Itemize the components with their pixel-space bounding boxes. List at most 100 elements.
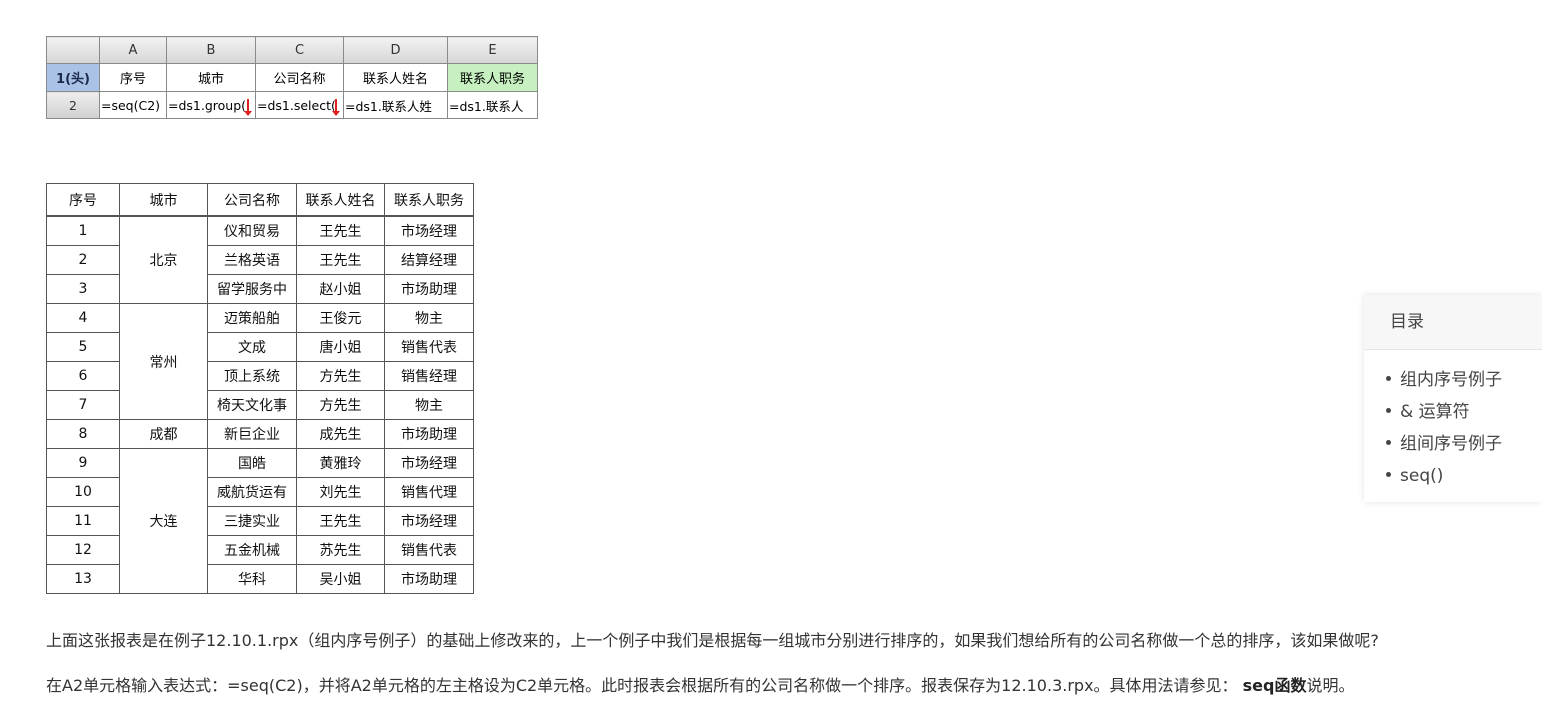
designer-row-header-1[interactable]: 1(头): [46, 63, 100, 92]
result-cell-seq: 13: [46, 564, 120, 594]
designer-cell-d1[interactable]: 联系人姓名: [343, 63, 448, 92]
designer-cell-e2[interactable]: =ds1.联系人: [447, 91, 538, 119]
designer-cell-c2-text: =ds1.select(: [257, 97, 336, 113]
bullet-icon: [1386, 471, 1391, 477]
table-row: 8 成都 新巨企业 成先生 市场助理: [46, 419, 474, 449]
toc-item-intergroup-seq-example[interactable]: 组间序号例子: [1386, 428, 1542, 460]
result-cell-contact-title: 销售代表: [384, 332, 474, 362]
result-cell-contact-name: 黄雅玲: [296, 448, 385, 478]
expand-down-arrow-icon: [332, 99, 340, 116]
result-cell-company: 国皓: [207, 448, 297, 478]
result-cell-contact-name: 方先生: [296, 361, 385, 391]
result-cell-seq: 6: [46, 361, 120, 391]
designer-column-header-e[interactable]: E: [447, 36, 538, 64]
result-cell-contact-title: 销售代表: [384, 535, 474, 565]
result-cell-seq: 5: [46, 332, 120, 362]
result-cell-seq: 3: [46, 274, 120, 304]
designer-corner-cell[interactable]: [46, 36, 100, 64]
designer-column-header-b[interactable]: B: [166, 36, 256, 64]
result-cell-contact-name: 唐小姐: [296, 332, 385, 362]
result-cell-seq: 10: [46, 477, 120, 507]
table-row: 13 华科 吴小姐 市场助理: [46, 564, 474, 594]
description-paragraph-2-tail: 说明。: [1306, 676, 1355, 695]
result-cell-company: 椅天文化事: [207, 390, 297, 420]
toc-item-label: & 运算符: [1400, 402, 1470, 422]
designer-column-header-d[interactable]: D: [343, 36, 448, 64]
designer-cell-b2-text: =ds1.group(: [168, 97, 247, 113]
result-cell-contact-name: 王先生: [296, 506, 385, 536]
table-row: 9 大连 国皓 黄雅玲 市场经理: [46, 448, 474, 594]
result-cell-company: 新巨企业: [207, 419, 297, 449]
designer-cell-a1[interactable]: 序号: [99, 63, 167, 92]
result-cell-seq: 8: [46, 419, 120, 449]
result-cell-seq: 7: [46, 390, 120, 420]
table-row: 3 留学服务中 赵小姐 市场助理: [46, 274, 474, 304]
designer-cell-c1[interactable]: 公司名称: [255, 63, 344, 92]
toc-list: 组内序号例子 & 运算符 组间序号例子 seq(): [1364, 350, 1542, 492]
toc-item-seq-function[interactable]: seq(): [1386, 460, 1542, 492]
result-cell-contact-name: 苏先生: [296, 535, 385, 565]
result-cell-contact-name: 方先生: [296, 390, 385, 420]
result-header-seq: 序号: [46, 183, 120, 217]
result-cell-contact-title: 物主: [384, 303, 474, 333]
seq-function-link[interactable]: seq函数: [1243, 676, 1307, 695]
table-row: 5 文成 唐小姐 销售代表: [46, 332, 474, 362]
result-cell-company: 威航货运有: [207, 477, 297, 507]
result-cell-company: 五金机械: [207, 535, 297, 565]
result-header-company: 公司名称: [207, 183, 297, 217]
designer-row-2: 2 =seq(C2) =ds1.group( =ds1.select( =ds1…: [46, 91, 538, 119]
result-cell-company: 兰格英语: [207, 245, 297, 275]
bullet-icon: [1386, 439, 1391, 445]
result-cell-company: 仪和贸易: [207, 215, 297, 246]
table-row: 2 兰格英语 王先生 结算经理: [46, 245, 474, 275]
designer-cell-b1[interactable]: 城市: [166, 63, 256, 92]
result-cell-city: 北京: [119, 215, 208, 304]
toc-item-group-seq-example[interactable]: 组内序号例子: [1386, 364, 1542, 396]
table-row: 12 五金机械 苏先生 销售代表: [46, 535, 474, 565]
report-result-table: 序号 城市 公司名称 联系人姓名 联系人职务 1 北京 仪和贸易 王先生 市场经理 2 兰格…: [46, 183, 474, 594]
result-cell-contact-title: 市场助理: [384, 419, 474, 449]
result-header-contact-name: 联系人姓名: [296, 183, 385, 217]
designer-cell-a2[interactable]: =seq(C2): [99, 91, 167, 119]
designer-cell-d2[interactable]: =ds1.联系人姓: [343, 91, 448, 119]
result-cell-contact-name: 刘先生: [296, 477, 385, 507]
toc-item-label: seq(): [1400, 466, 1444, 486]
description-paragraph-2-text: 在A2单元格输入表达式：=seq(C2)，并将A2单元格的左主格设为C2单元格。…: [46, 676, 1238, 695]
result-cell-contact-title: 市场经理: [384, 448, 474, 478]
bullet-icon: [1386, 407, 1391, 413]
result-cell-city: 大连: [119, 448, 208, 594]
designer-cell-c2[interactable]: =ds1.select(: [255, 91, 344, 119]
result-cell-company: 文成: [207, 332, 297, 362]
result-cell-contact-title: 市场助理: [384, 274, 474, 304]
toc-panel: 目录 组内序号例子 & 运算符 组间序号例子 seq(): [1364, 295, 1542, 502]
result-cell-seq: 4: [46, 303, 120, 333]
toc-title: 目录: [1364, 295, 1542, 350]
description-paragraph-1: 上面这张报表是在例子12.10.1.rpx（组内序号例子）的基础上修改来的，上一…: [46, 631, 1379, 650]
result-cell-city: 常州: [119, 303, 208, 420]
table-row: 11 三捷实业 王先生 市场经理: [46, 506, 474, 536]
table-row: 1 北京 仪和贸易 王先生 市场经理: [46, 215, 474, 304]
designer-column-header-c[interactable]: C: [255, 36, 344, 64]
result-cell-contact-name: 王先生: [296, 215, 385, 246]
designer-row-header-2[interactable]: 2: [46, 91, 100, 119]
result-cell-contact-name: 王俊元: [296, 303, 385, 333]
result-cell-contact-title: 物主: [384, 390, 474, 420]
toc-item-label: 组间序号例子: [1400, 434, 1502, 454]
result-cell-contact-title: 销售经理: [384, 361, 474, 391]
toc-item-ampersand-operator[interactable]: & 运算符: [1386, 396, 1542, 428]
report-designer-grid: A B C D E 1(头) 序号 城市 公司名称 联系人姓名 联系人职务 2 …: [46, 36, 538, 119]
result-cell-contact-name: 成先生: [296, 419, 385, 449]
result-cell-company: 三捷实业: [207, 506, 297, 536]
result-cell-company: 留学服务中: [207, 274, 297, 304]
result-cell-seq: 2: [46, 245, 120, 275]
result-header-row: 序号 城市 公司名称 联系人姓名 联系人职务: [46, 183, 474, 217]
designer-column-header-a[interactable]: A: [99, 36, 167, 64]
designer-cell-b2[interactable]: =ds1.group(: [166, 91, 256, 119]
result-cell-company: 华科: [207, 564, 297, 594]
result-cell-contact-title: 销售代理: [384, 477, 474, 507]
designer-cell-e1[interactable]: 联系人职务: [447, 63, 538, 92]
result-header-city: 城市: [119, 183, 208, 217]
expand-down-arrow-icon: [244, 99, 252, 116]
result-cell-seq: 1: [46, 215, 120, 246]
result-cell-contact-title: 结算经理: [384, 245, 474, 275]
